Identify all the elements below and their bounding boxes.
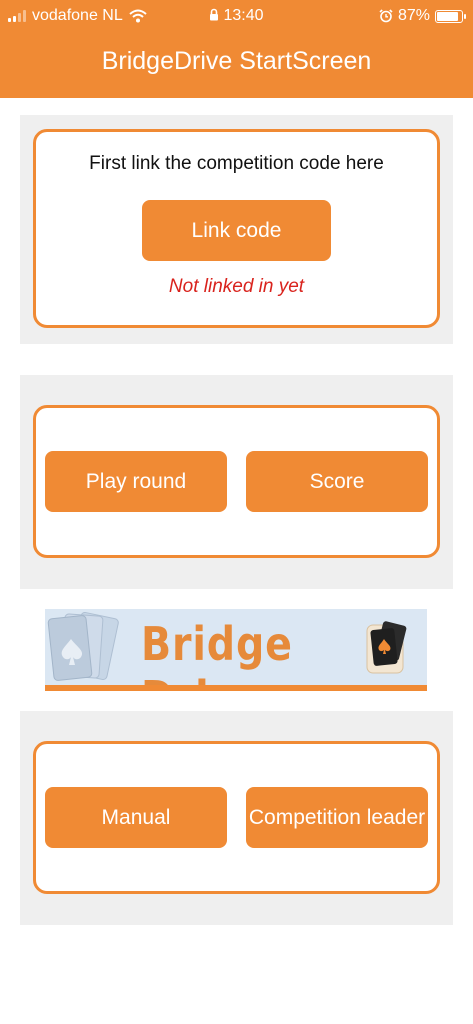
- battery-icon: [435, 9, 466, 23]
- app-header: vodafone NL 13:40 87% BridgeDrive StartS…: [0, 0, 473, 98]
- link-code-button[interactable]: Link code: [142, 200, 331, 261]
- link-instruction: First link the competition code here: [89, 153, 384, 174]
- link-card: First link the competition code here Lin…: [33, 129, 440, 328]
- link-status-text: Not linked in yet: [168, 276, 305, 297]
- play-panel: Play round Score: [20, 375, 453, 589]
- banner-underline: [45, 685, 427, 691]
- playing-cards-icon: [366, 621, 407, 674]
- battery-percent: 87%: [397, 7, 430, 24]
- lock-icon: [210, 8, 219, 21]
- manual-button[interactable]: Manual: [45, 787, 227, 848]
- status-right: 87%: [379, 7, 466, 25]
- help-card: Manual Competition leader: [33, 741, 440, 894]
- score-button[interactable]: Score: [246, 451, 428, 512]
- help-panel: Manual Competition leader: [20, 711, 453, 925]
- competition-leader-button[interactable]: Competition leader: [246, 787, 428, 848]
- link-panel: First link the competition code here Lin…: [20, 115, 453, 344]
- status-bar: vodafone NL 13:40 87%: [0, 0, 473, 34]
- alarm-icon: [379, 9, 393, 23]
- play-round-button[interactable]: Play round: [45, 451, 227, 512]
- play-card: Play round Score: [33, 405, 440, 558]
- battery-fill: [437, 11, 458, 21]
- page-title: BridgeDrive StartScreen: [101, 47, 372, 75]
- status-time: 13:40: [223, 7, 264, 24]
- bridge-drive-banner: Bridge Drive: [45, 609, 427, 691]
- spade-cards-icon: [47, 611, 119, 681]
- banner-title: Bridge Drive: [141, 617, 293, 691]
